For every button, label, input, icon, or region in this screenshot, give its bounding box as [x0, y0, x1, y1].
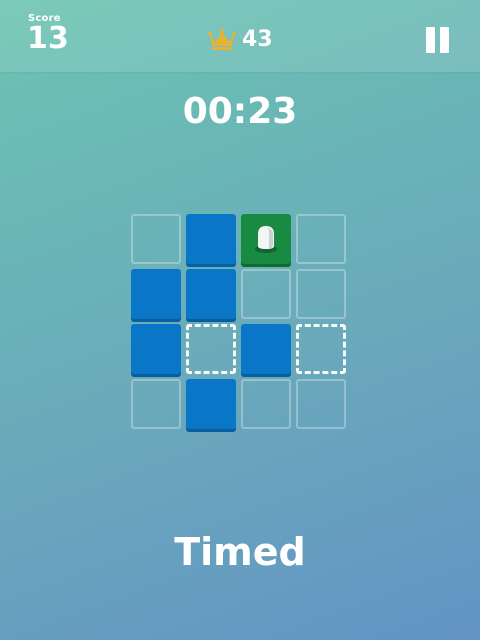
best-score: 43: [208, 26, 273, 54]
pause-button[interactable]: [423, 26, 453, 56]
board-cell-blue[interactable]: [131, 324, 181, 374]
pause-icon: [426, 27, 435, 53]
board-cell-goal[interactable]: [186, 324, 236, 374]
board-cell-blue[interactable]: [131, 269, 181, 319]
game-board: [131, 214, 351, 434]
score-value: 13: [27, 21, 69, 56]
board-cell-empty[interactable]: [241, 269, 291, 319]
board-cell-blue[interactable]: [186, 269, 236, 319]
board-cell-goal[interactable]: [296, 324, 346, 374]
crown-icon: [208, 29, 236, 50]
board-cell-empty[interactable]: [131, 379, 181, 429]
timer: 00:23: [182, 91, 298, 132]
pause-icon-bar: [440, 27, 449, 53]
board-cell-blue[interactable]: [186, 379, 236, 429]
board-cell-empty[interactable]: [296, 214, 346, 264]
pawn-icon: [255, 226, 277, 253]
board-cell-empty[interactable]: [131, 214, 181, 264]
board-cell-empty[interactable]: [296, 379, 346, 429]
board-cell-empty[interactable]: [241, 379, 291, 429]
game-mode-label: Timed: [174, 530, 306, 574]
board-cell-blue[interactable]: [241, 324, 291, 374]
board-cell-player[interactable]: [241, 214, 291, 264]
board-cell-empty[interactable]: [296, 269, 346, 319]
best-score-value: 43: [242, 27, 273, 52]
top-bar: Score 13 43: [0, 0, 480, 72]
board-cell-blue[interactable]: [186, 214, 236, 264]
